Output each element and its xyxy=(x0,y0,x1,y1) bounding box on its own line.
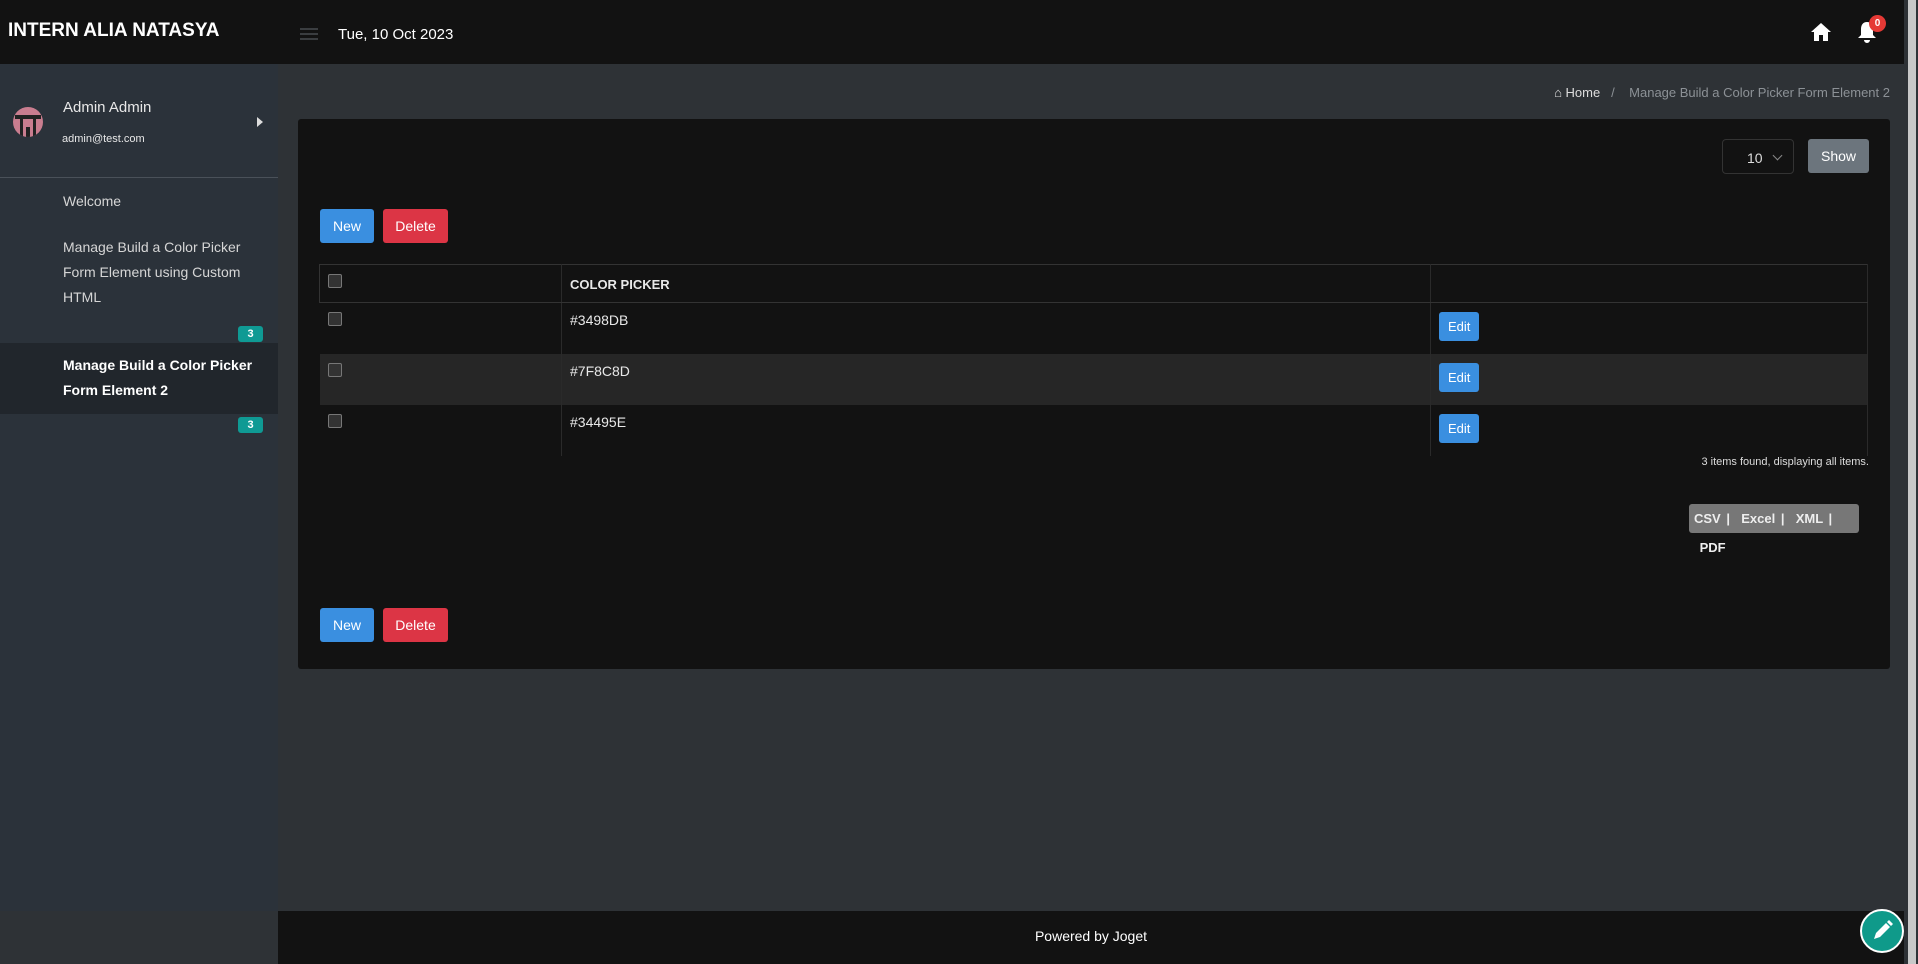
export-pdf[interactable]: PDF xyxy=(1700,540,1726,555)
breadcrumb-home[interactable]: ⌂ Home xyxy=(1554,85,1600,100)
divider xyxy=(0,177,278,178)
export-excel[interactable]: Excel xyxy=(1741,511,1775,526)
scrollbar[interactable] xyxy=(1904,0,1918,964)
edit-button[interactable]: Edit xyxy=(1439,413,1480,443)
notification-badge: 0 xyxy=(1869,15,1886,32)
user-email: admin@test.com xyxy=(62,133,145,145)
color-value: #3498DB xyxy=(561,302,1431,354)
table-row: #34495E Edit xyxy=(319,404,1868,456)
export-xml[interactable]: XML xyxy=(1796,511,1823,526)
footer: Powered by Joget xyxy=(278,911,1904,964)
top-navbar: INTERN ALIA NATASYA Tue, 10 Oct 2023 0 xyxy=(0,0,1904,64)
export-links: CSV | Excel | XML | PDF xyxy=(1689,504,1859,555)
page-size-select[interactable]: 10 xyxy=(1722,139,1794,174)
app-title[interactable]: INTERN ALIA NATASYA xyxy=(8,20,219,42)
sidebar-item-color-picker-2[interactable]: Manage Build a Color Picker Form Element… xyxy=(0,343,278,414)
row-checkbox[interactable] xyxy=(327,312,342,326)
breadcrumb-separator: / xyxy=(1611,85,1615,100)
sidebar-item-welcome[interactable]: Welcome xyxy=(0,189,278,214)
table-row: #7F8C8D Edit xyxy=(319,353,1868,405)
count-badge: 3 xyxy=(238,326,263,342)
sidebar-item-color-picker-custom-html[interactable]: Manage Build a Color Picker Form Element… xyxy=(0,235,278,310)
current-date: Tue, 10 Oct 2023 xyxy=(338,26,454,43)
data-table: COLOR PICKER #3498DB Edit #7F8C8D Edit #… xyxy=(319,264,1868,456)
row-checkbox[interactable] xyxy=(327,413,342,428)
breadcrumb-current: Manage Build a Color Picker Form Element… xyxy=(1629,85,1890,100)
edit-button[interactable]: Edit xyxy=(1439,312,1480,341)
delete-button-bottom[interactable]: Delete xyxy=(383,608,448,642)
color-value: #7F8C8D xyxy=(561,353,1431,405)
home-icon[interactable] xyxy=(1810,22,1832,42)
menu-toggle-icon[interactable] xyxy=(300,28,318,40)
edit-pencil-button[interactable] xyxy=(1860,909,1904,953)
delete-button[interactable]: Delete xyxy=(383,209,448,243)
list-card: 10 Show New Delete COLOR PICKER #3498DB … xyxy=(298,119,1890,669)
edit-button[interactable]: Edit xyxy=(1439,362,1480,392)
caret-right-icon[interactable] xyxy=(257,117,263,127)
table-row: #3498DB Edit xyxy=(319,302,1868,354)
items-found-text: 3 items found, displaying all items. xyxy=(1701,456,1869,468)
new-button[interactable]: New xyxy=(320,209,374,243)
pencil-icon xyxy=(1874,920,1893,939)
show-button[interactable]: Show xyxy=(1808,139,1869,173)
avatar xyxy=(13,107,43,137)
row-checkbox[interactable] xyxy=(327,362,342,377)
column-header-color-picker[interactable]: COLOR PICKER xyxy=(561,264,1431,303)
breadcrumb: ⌂ Home / Manage Build a Color Picker For… xyxy=(1554,85,1890,100)
count-badge: 3 xyxy=(238,417,263,433)
new-button-bottom[interactable]: New xyxy=(320,608,374,642)
export-csv[interactable]: CSV xyxy=(1694,511,1721,526)
breadcrumb-home-label[interactable]: Home xyxy=(1566,85,1601,100)
sidebar: Admin Admin admin@test.com Welcome Manag… xyxy=(0,64,278,911)
select-all-checkbox[interactable] xyxy=(328,274,342,288)
user-name: Admin Admin xyxy=(63,99,152,116)
color-value: #34495E xyxy=(561,404,1431,456)
